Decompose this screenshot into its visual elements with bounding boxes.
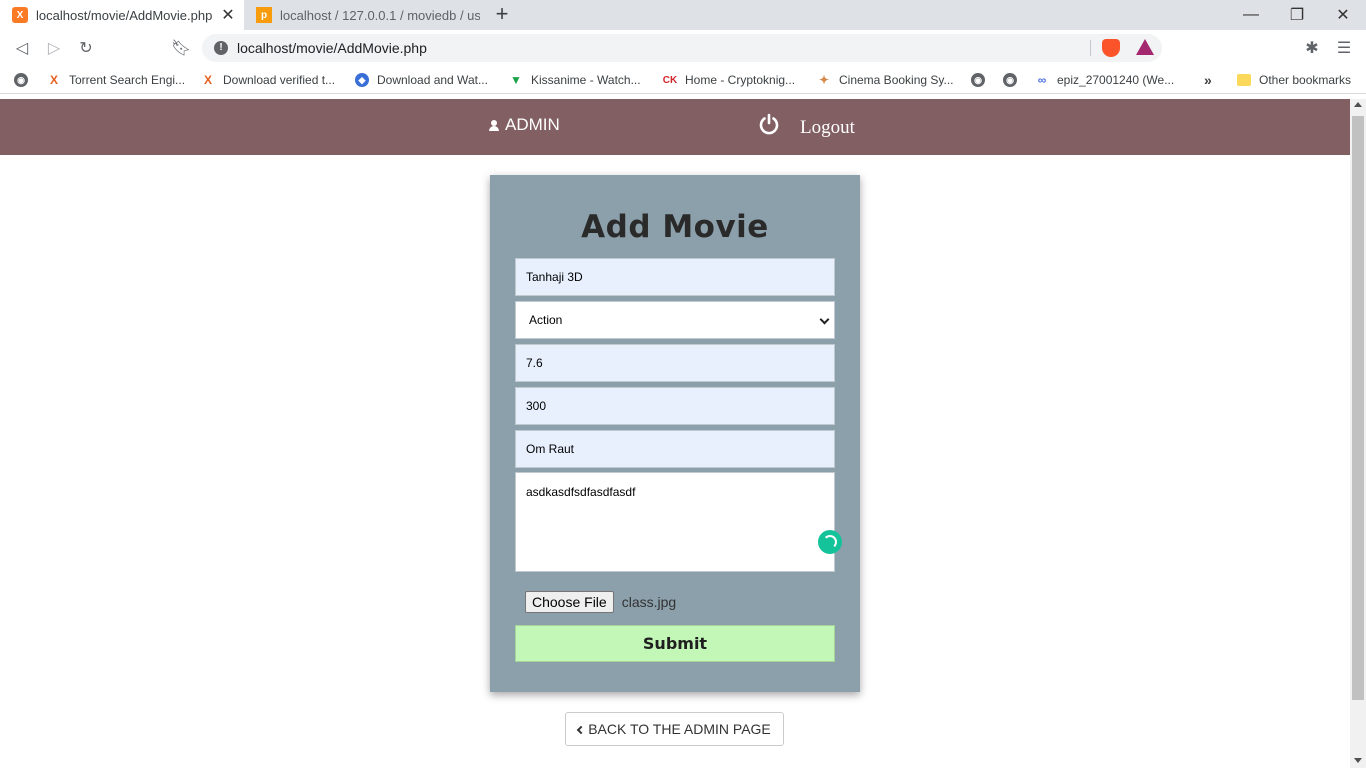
minimize-icon[interactable]: — [1228, 0, 1274, 30]
cinema-icon: ✦ [818, 73, 830, 87]
xampp-icon: X [12, 7, 28, 23]
duration-input[interactable]: 300 [515, 387, 835, 425]
tab-add-movie[interactable]: X localhost/movie/AddMovie.php ✕ [0, 0, 244, 30]
top-navbar: ADMIN Logout [0, 99, 1350, 155]
page-viewport: ADMIN Logout Add Movie Tanhaji 3D Action… [0, 99, 1350, 768]
close-tab-icon[interactable]: ✕ [218, 5, 238, 25]
poster-file-input[interactable]: Choose File class.jpg [525, 591, 676, 613]
brave-rewards-icon[interactable] [1136, 39, 1154, 55]
extensions-icon[interactable]: ✱ [1300, 36, 1324, 60]
logout-link[interactable]: Logout [800, 117, 855, 139]
forward-icon[interactable]: ▷ [42, 36, 66, 60]
other-bookmarks-label: Other bookmarks [1259, 73, 1352, 87]
new-tab-button[interactable]: + [490, 3, 514, 27]
bookmark-item[interactable]: ▼ Kissanime - Watch... [509, 71, 641, 89]
bookmark-item[interactable]: ✦ Cinema Booking Sy... [817, 71, 954, 89]
scroll-down-icon[interactable] [1354, 758, 1362, 763]
bookmark-label: Home - Cryptoknig... [685, 73, 796, 87]
shield-icon: ◆ [355, 73, 369, 87]
other-bookmarks[interactable]: Other bookmarks [1237, 71, 1351, 89]
movie-name-input[interactable]: Tanhaji 3D [515, 258, 835, 296]
tab-strip: X localhost/movie/AddMovie.php ✕ p local… [0, 0, 1366, 30]
omnibox-divider [1090, 40, 1091, 56]
bookmark-label: Download and Wat... [377, 73, 488, 87]
bookmark-label: epiz_27001240 (We... [1057, 73, 1175, 87]
tab-phpmyadmin[interactable]: p localhost / 127.0.0.1 / moviedb / user [244, 0, 480, 30]
browser-toolbar: ◁ ▷ ↻ 🔖︎ ! localhost/movie/AddMovie.php … [0, 30, 1366, 66]
bookmark-item[interactable]: ◆ Download and Wat... [355, 71, 488, 89]
description-textarea[interactable]: asdkasdfsdfasdfasdf [515, 472, 842, 572]
bookmark-page-icon[interactable]: 🔖︎ [169, 36, 193, 60]
grammarly-icon[interactable] [818, 530, 842, 554]
menu-icon[interactable]: ☰ [1332, 36, 1356, 60]
ck-icon: CK [662, 74, 678, 86]
add-movie-form: Add Movie Tanhaji 3D Action 7.6 300 Om R… [490, 175, 860, 692]
x-icon: X [49, 73, 58, 87]
bookmark-item[interactable]: CK Home - Cryptoknig... [663, 71, 795, 89]
infinity-icon: ∞ [1037, 73, 1047, 87]
globe-icon: ◉ [14, 73, 28, 87]
address-bar[interactable]: ! localhost/movie/AddMovie.php [202, 34, 1162, 62]
globe-bookmark[interactable]: ◉ [971, 71, 993, 89]
x-icon: X [203, 73, 212, 87]
page-scrollbar[interactable] [1350, 99, 1366, 768]
submit-button[interactable]: Submit [515, 625, 835, 662]
rating-input[interactable]: 7.6 [515, 344, 835, 382]
scroll-thumb[interactable] [1352, 116, 1364, 700]
power-icon[interactable] [758, 113, 780, 135]
admin-label: ADMIN [505, 115, 560, 134]
bookmark-label: Cinema Booking Sy... [839, 73, 954, 87]
bookmarks-bar: ◉ X Torrent Search Engi... X Download ve… [0, 66, 1366, 94]
back-button-label: BACK TO THE ADMIN PAGE [588, 721, 771, 737]
bookmark-label: Torrent Search Engi... [69, 73, 186, 87]
scroll-up-icon[interactable] [1354, 102, 1362, 107]
description-text: asdkasdfsdfasdfasdf [526, 485, 636, 499]
bookmark-item[interactable]: ∞ epiz_27001240 (We... [1035, 71, 1174, 89]
chevron-down-icon [819, 314, 830, 325]
chevron-left-icon [576, 725, 586, 734]
reload-icon[interactable]: ↻ [74, 36, 98, 60]
bookmarks-overflow-button[interactable]: » [1204, 71, 1212, 89]
restore-icon[interactable]: ❐ [1274, 0, 1320, 30]
close-window-icon[interactable]: ✕ [1320, 0, 1366, 30]
bookmark-item[interactable]: X Download verified t... [201, 71, 335, 89]
user-icon [489, 119, 499, 131]
site-info-icon[interactable]: ! [214, 41, 228, 55]
genre-select[interactable]: Action [515, 301, 835, 339]
director-input[interactable]: Om Raut [515, 430, 835, 468]
tab-title: localhost / 127.0.0.1 / moviedb / user [280, 7, 480, 23]
brave-shields-icon[interactable] [1102, 39, 1120, 57]
choose-file-button[interactable]: Choose File [525, 591, 614, 613]
url-text: localhost/movie/AddMovie.php [237, 40, 427, 56]
globe-icon: ◉ [1003, 73, 1017, 87]
file-name-label: class.jpg [621, 594, 677, 610]
apps-globe-icon[interactable]: ◉ [14, 71, 36, 89]
admin-link[interactable]: ADMIN [489, 115, 560, 135]
form-title: Add Movie [581, 209, 769, 245]
globe-bookmark[interactable]: ◉ [1003, 71, 1025, 89]
bookmark-label: Download verified t... [223, 73, 336, 87]
kissanime-icon: ▼ [510, 73, 522, 87]
genre-selected-value: Action [529, 313, 563, 327]
phpmyadmin-icon: p [256, 7, 272, 23]
tab-title: localhost/movie/AddMovie.php [36, 7, 213, 23]
globe-icon: ◉ [971, 73, 985, 87]
folder-icon [1237, 74, 1251, 86]
bookmark-item[interactable]: X Torrent Search Engi... [47, 71, 185, 89]
back-icon[interactable]: ◁ [10, 36, 34, 60]
bookmark-label: Kissanime - Watch... [531, 73, 641, 87]
back-to-admin-button[interactable]: BACK TO THE ADMIN PAGE [565, 712, 784, 746]
